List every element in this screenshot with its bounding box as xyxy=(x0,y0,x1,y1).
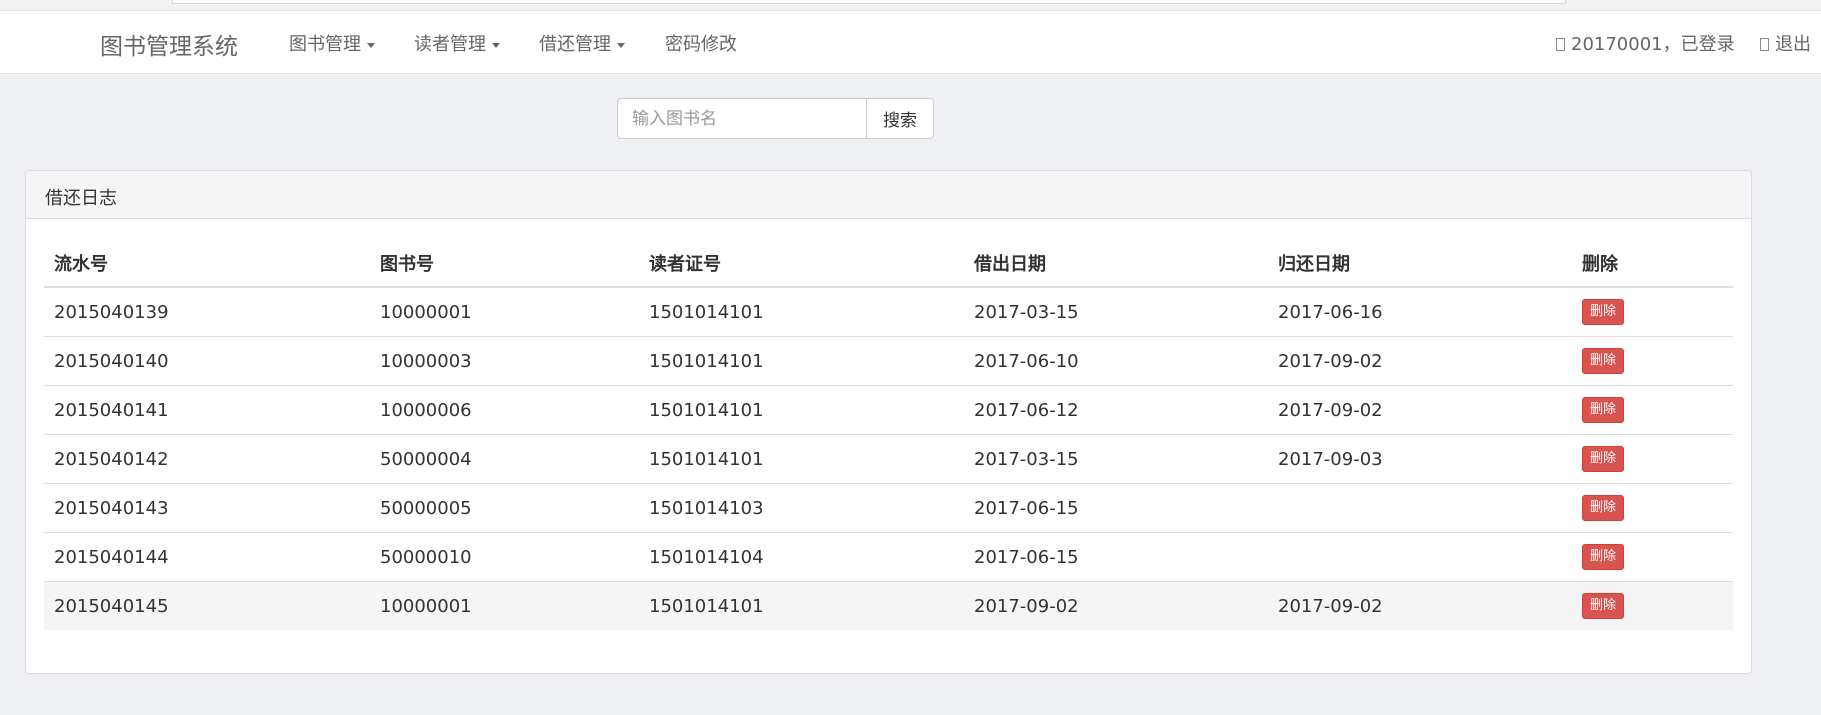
user-status-text: 20170001，已登录 xyxy=(1571,34,1735,55)
cell-book-id: 10000001 xyxy=(370,286,639,337)
cell-book-id: 50000004 xyxy=(370,434,639,484)
cell-delete: 删除 xyxy=(1572,336,1733,386)
delete-button[interactable]: 删除 xyxy=(1582,544,1625,570)
cell-lend-date: 2017-06-12 xyxy=(964,385,1268,435)
cell-lend-date: 2017-09-02 xyxy=(964,581,1268,630)
column-header-return-date: 归还日期 xyxy=(1268,239,1572,288)
table-row: 2015040141 10000006 1501014101 2017-06-1… xyxy=(44,385,1733,435)
nav-reader-management-label: 读者管理 xyxy=(414,34,486,55)
cell-serial: 2015040140 xyxy=(44,336,370,386)
delete-button[interactable]: 删除 xyxy=(1582,446,1625,472)
cell-delete: 删除 xyxy=(1572,532,1733,582)
nav-book-management-label: 图书管理 xyxy=(289,34,361,55)
cell-reader-id: 1501014101 xyxy=(639,385,964,435)
cell-lend-date: 2017-06-15 xyxy=(964,532,1268,582)
panel-title: 借还日志 xyxy=(26,171,1751,219)
cell-reader-id: 1501014101 xyxy=(639,286,964,337)
cell-reader-id: 1501014103 xyxy=(639,483,964,533)
nav-reader-management[interactable]: 读者管理 xyxy=(414,30,500,56)
cell-lend-date: 2017-06-15 xyxy=(964,483,1268,533)
cell-reader-id: 1501014101 xyxy=(639,336,964,386)
cell-delete: 删除 xyxy=(1572,286,1733,337)
cell-return-date xyxy=(1268,483,1572,533)
cell-return-date xyxy=(1268,532,1572,582)
nav-change-password-label: 密码修改 xyxy=(665,34,737,55)
nav-lend-management-label: 借还管理 xyxy=(539,34,611,55)
delete-button[interactable]: 删除 xyxy=(1582,348,1625,374)
cell-serial: 2015040142 xyxy=(44,434,370,484)
delete-button[interactable]: 删除 xyxy=(1582,397,1625,423)
logout-label: 退出 xyxy=(1775,34,1811,55)
table-row: 2015040139 10000001 1501014101 2017-03-1… xyxy=(44,286,1733,337)
logout-link[interactable]: 退出 xyxy=(1760,30,1811,56)
nav-book-management[interactable]: 图书管理 xyxy=(289,30,375,56)
cell-lend-date: 2017-03-15 xyxy=(964,434,1268,484)
delete-button[interactable]: 删除 xyxy=(1582,495,1625,521)
cell-serial: 2015040145 xyxy=(44,581,370,630)
cell-serial: 2015040141 xyxy=(44,385,370,435)
cell-serial: 2015040143 xyxy=(44,483,370,533)
cell-lend-date: 2017-03-15 xyxy=(964,286,1268,337)
logout-icon xyxy=(1760,37,1769,51)
table-row: 2015040145 10000001 1501014101 2017-09-0… xyxy=(44,581,1733,630)
cell-delete: 删除 xyxy=(1572,434,1733,484)
user-status[interactable]: 20170001，已登录 xyxy=(1556,30,1735,56)
column-header-book-id: 图书号 xyxy=(370,239,639,288)
cell-serial: 2015040139 xyxy=(44,286,370,337)
search-input[interactable] xyxy=(617,98,867,139)
user-icon xyxy=(1556,37,1565,51)
cell-reader-id: 1501014101 xyxy=(639,581,964,630)
panel-body: 流水号 图书号 读者证号 借出日期 归还日期 删除 2015040139 100… xyxy=(26,219,1751,650)
address-bar-edge xyxy=(172,0,1566,4)
cell-delete: 删除 xyxy=(1572,581,1733,630)
table-header-row: 流水号 图书号 读者证号 借出日期 归还日期 删除 xyxy=(44,239,1733,288)
caret-down-icon xyxy=(367,42,375,48)
delete-button[interactable]: 删除 xyxy=(1582,593,1625,619)
table-row: 2015040143 50000005 1501014103 2017-06-1… xyxy=(44,483,1733,533)
cell-book-id: 50000010 xyxy=(370,532,639,582)
navbar: 图书管理系统 图书管理 读者管理 借还管理 密码修改 20170001，已登录 … xyxy=(0,11,1821,74)
cell-serial: 2015040144 xyxy=(44,532,370,582)
table-row: 2015040144 50000010 1501014104 2017-06-1… xyxy=(44,532,1733,582)
cell-delete: 删除 xyxy=(1572,483,1733,533)
cell-return-date: 2017-09-02 xyxy=(1268,385,1572,435)
cell-lend-date: 2017-06-10 xyxy=(964,336,1268,386)
cell-return-date: 2017-06-16 xyxy=(1268,286,1572,337)
cell-return-date: 2017-09-03 xyxy=(1268,434,1572,484)
table-row: 2015040140 10000003 1501014101 2017-06-1… xyxy=(44,336,1733,386)
cell-book-id: 50000005 xyxy=(370,483,639,533)
cell-return-date: 2017-09-02 xyxy=(1268,336,1572,386)
lend-log-table: 流水号 图书号 读者证号 借出日期 归还日期 删除 2015040139 100… xyxy=(44,239,1733,630)
caret-down-icon xyxy=(492,42,500,48)
cell-book-id: 10000006 xyxy=(370,385,639,435)
browser-top-strip xyxy=(0,0,1821,11)
cell-reader-id: 1501014104 xyxy=(639,532,964,582)
cell-return-date: 2017-09-02 xyxy=(1268,581,1572,630)
brand-title: 图书管理系统 xyxy=(100,34,238,60)
cell-book-id: 10000001 xyxy=(370,581,639,630)
cell-delete: 删除 xyxy=(1572,385,1733,435)
delete-button[interactable]: 删除 xyxy=(1582,299,1625,325)
caret-down-icon xyxy=(617,42,625,48)
column-header-lend-date: 借出日期 xyxy=(964,239,1268,288)
column-header-serial: 流水号 xyxy=(44,239,370,288)
nav-lend-management[interactable]: 借还管理 xyxy=(539,30,625,56)
cell-book-id: 10000003 xyxy=(370,336,639,386)
lend-log-panel: 借还日志 流水号 图书号 读者证号 借出日期 归还日期 删除 201504013… xyxy=(25,170,1752,674)
nav-change-password[interactable]: 密码修改 xyxy=(665,30,737,56)
column-header-reader-id: 读者证号 xyxy=(639,239,964,288)
column-header-delete: 删除 xyxy=(1572,239,1733,288)
cell-reader-id: 1501014101 xyxy=(639,434,964,484)
table-row: 2015040142 50000004 1501014101 2017-03-1… xyxy=(44,434,1733,484)
search-button[interactable]: 搜索 xyxy=(866,98,934,139)
